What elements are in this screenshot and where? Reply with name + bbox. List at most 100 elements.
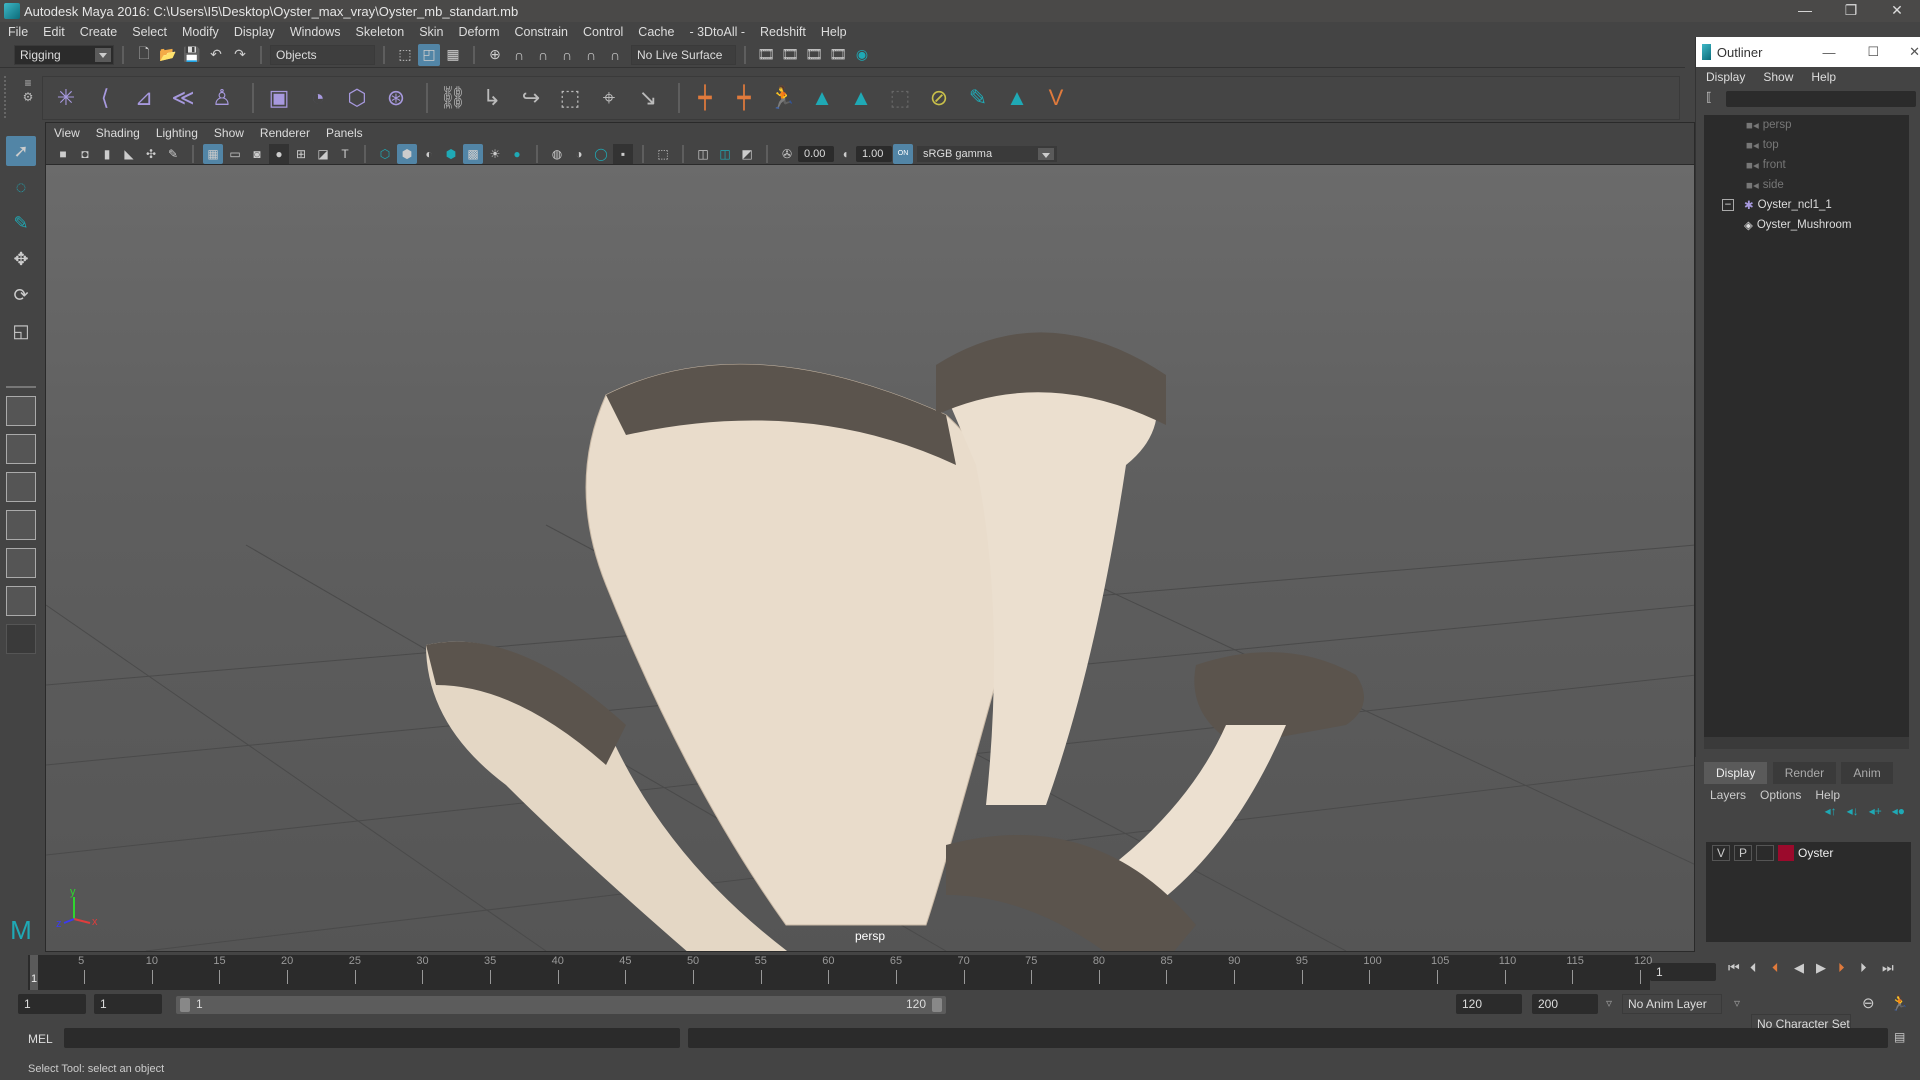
menu-help[interactable]: Help	[821, 25, 847, 39]
command-input[interactable]	[64, 1028, 680, 1048]
step-back-key-icon[interactable]: ⏴	[1772, 960, 1794, 976]
go-to-start-icon[interactable]: ⏮	[1728, 960, 1750, 976]
outliner-menu-show[interactable]: Show	[1763, 70, 1793, 84]
select-tool-icon[interactable]: ➚	[6, 136, 36, 166]
scale-constraint-icon[interactable]: ⬚	[553, 81, 587, 115]
script-editor-icon[interactable]: ▤	[1894, 1030, 1905, 1044]
menu-select[interactable]: Select	[132, 25, 167, 39]
menu-3dtoall[interactable]: - 3DtoAll -	[689, 25, 745, 39]
menuset-dropdown[interactable]: Rigging	[14, 44, 114, 65]
remove-from-set-icon[interactable]: ⊘	[922, 81, 956, 115]
parent-constraint-icon[interactable]: ⛓	[436, 81, 470, 115]
color-management-toggle[interactable]: ON	[893, 143, 913, 164]
panel-menu-view[interactable]: View	[54, 126, 80, 140]
outliner-horizontal-scrollbar[interactable]	[1704, 737, 1909, 749]
new-layer-icon[interactable]: ◂+	[1869, 804, 1882, 824]
menu-file[interactable]: File	[8, 25, 28, 39]
select-camera-icon[interactable]: ■	[53, 144, 73, 164]
3d-viewport[interactable]: y x z persp	[46, 165, 1694, 951]
maya-script-icon-2[interactable]: ▲	[844, 81, 878, 115]
tab-anim[interactable]: Anim	[1841, 762, 1893, 784]
default-material-icon[interactable]: ◐	[419, 144, 439, 164]
ik-handle-icon[interactable]: ⊿	[127, 81, 161, 115]
camera-attributes-icon[interactable]: ◘	[75, 144, 95, 164]
hypershade-persp-layout-icon[interactable]	[6, 548, 36, 578]
new-scene-icon[interactable]: 🗋	[133, 44, 155, 66]
outliner-item-top[interactable]: ■◂ top	[1704, 135, 1909, 155]
screen-space-ao-icon[interactable]: ◍	[547, 144, 567, 164]
persp-graph-layout-icon[interactable]	[6, 510, 36, 540]
redo-icon[interactable]: ↷	[229, 44, 251, 66]
cluster-icon[interactable]: ⊛	[379, 81, 413, 115]
layer-visibility-toggle[interactable]: V	[1712, 845, 1730, 861]
save-scene-icon[interactable]: 💾	[181, 44, 203, 66]
resolution-gate-icon[interactable]: ◙	[247, 144, 267, 164]
grid-icon[interactable]: ▦	[203, 143, 223, 164]
minimize-button[interactable]: —	[1782, 0, 1828, 22]
outliner-item-persp[interactable]: ■◂ persp	[1704, 115, 1909, 135]
set-driven-key-icon[interactable]: ┿	[688, 81, 722, 115]
layer-color-swatch[interactable]	[1778, 845, 1794, 861]
grease-pencil-icon[interactable]: ✎	[163, 144, 183, 164]
menu-modify[interactable]: Modify	[182, 25, 219, 39]
menu-create[interactable]: Create	[80, 25, 118, 39]
oyster-mushroom-model[interactable]	[426, 332, 1426, 951]
motion-blur-icon[interactable]: ◑	[569, 144, 589, 164]
xray-active-components-icon[interactable]: ◫	[715, 144, 735, 164]
panel-menu-shading[interactable]: Shading	[96, 126, 140, 140]
render-settings-icon[interactable]: 🎞	[827, 44, 849, 66]
menu-redshift[interactable]: Redshift	[760, 25, 806, 39]
outliner-item-side[interactable]: ■◂ side	[1704, 175, 1909, 195]
paint-select-tool-icon[interactable]: ✎	[6, 208, 36, 238]
layer-menu-layers[interactable]: Layers	[1710, 788, 1746, 802]
gate-mask-icon[interactable]: ●	[269, 143, 289, 164]
command-language-label[interactable]: MEL	[28, 1032, 53, 1046]
render-current-icon[interactable]: 🎞	[779, 44, 801, 66]
panel-menu-panels[interactable]: Panels	[326, 126, 363, 140]
menu-control[interactable]: Control	[583, 25, 623, 39]
aim-constraint-icon[interactable]: ⌖	[592, 81, 626, 115]
snap-point-icon[interactable]: ∩	[532, 44, 554, 66]
outliner-item-oyster-ncl1-1[interactable]: − ✱ Oyster_ncl1_1	[1704, 195, 1909, 215]
select-component-icon[interactable]: ▦	[442, 44, 464, 66]
play-backwards-icon[interactable]: ◀	[1794, 960, 1816, 976]
persp-outliner-layout-icon[interactable]	[6, 472, 36, 502]
step-forward-key-icon[interactable]: ⏵	[1838, 960, 1860, 976]
wireframe-on-shaded-icon[interactable]: ⬢	[441, 144, 461, 164]
insert-joint-icon[interactable]: ⟨	[88, 81, 122, 115]
menu-skin[interactable]: Skin	[419, 25, 443, 39]
panel-menu-lighting[interactable]: Lighting	[156, 126, 198, 140]
shadows-icon[interactable]: ●	[507, 144, 527, 164]
outliner-minimize-button[interactable]: —	[1822, 45, 1835, 60]
animation-start-field[interactable]: 1	[18, 994, 86, 1014]
character-set-icon[interactable]: 🏃	[766, 81, 800, 115]
bind-skin-icon[interactable]: ▣	[262, 81, 296, 115]
playback-start-field[interactable]: 1	[94, 994, 162, 1014]
outliner-item-front[interactable]: ■◂ front	[1704, 155, 1909, 175]
maya-script-icon-1[interactable]: ▲	[805, 81, 839, 115]
outliner-item-oyster-mushroom[interactable]: ◈ Oyster_Mushroom	[1704, 215, 1909, 235]
field-chart-icon[interactable]: ⊞	[291, 144, 311, 164]
lasso-tool-icon[interactable]: ◌	[6, 172, 36, 202]
menu-deform[interactable]: Deform	[459, 25, 500, 39]
layer-row[interactable]: V P Oyster	[1706, 842, 1911, 864]
range-slider[interactable]: 1 120	[176, 996, 946, 1014]
hypershade-icon[interactable]: ◉	[851, 44, 873, 66]
more-layouts-icon[interactable]	[6, 624, 36, 654]
menu-constrain[interactable]: Constrain	[515, 25, 569, 39]
snap-view-plane-icon[interactable]: ∩	[556, 44, 578, 66]
panel-menu-show[interactable]: Show	[214, 126, 244, 140]
live-surface-field[interactable]: No Live Surface	[631, 44, 736, 65]
undo-icon[interactable]: ↶	[205, 44, 227, 66]
snap-grid-icon[interactable]: ⊕	[484, 44, 506, 66]
lattice-icon[interactable]: ⬡	[340, 81, 374, 115]
collapse-icon[interactable]: −	[1722, 199, 1734, 211]
play-forwards-icon[interactable]: ▶	[1816, 960, 1838, 976]
snap-curve-icon[interactable]: ∩	[508, 44, 530, 66]
animation-end-field[interactable]: 200	[1532, 994, 1598, 1014]
layer-menu-help[interactable]: Help	[1815, 788, 1840, 802]
xray-icon[interactable]: ◫	[693, 144, 713, 164]
gamma-field[interactable]: 1.00	[856, 145, 892, 162]
anim-layer-dropdown-arrow[interactable]: ▿	[1606, 996, 1612, 1010]
rotate-tool-icon[interactable]: ⟳	[6, 280, 36, 310]
